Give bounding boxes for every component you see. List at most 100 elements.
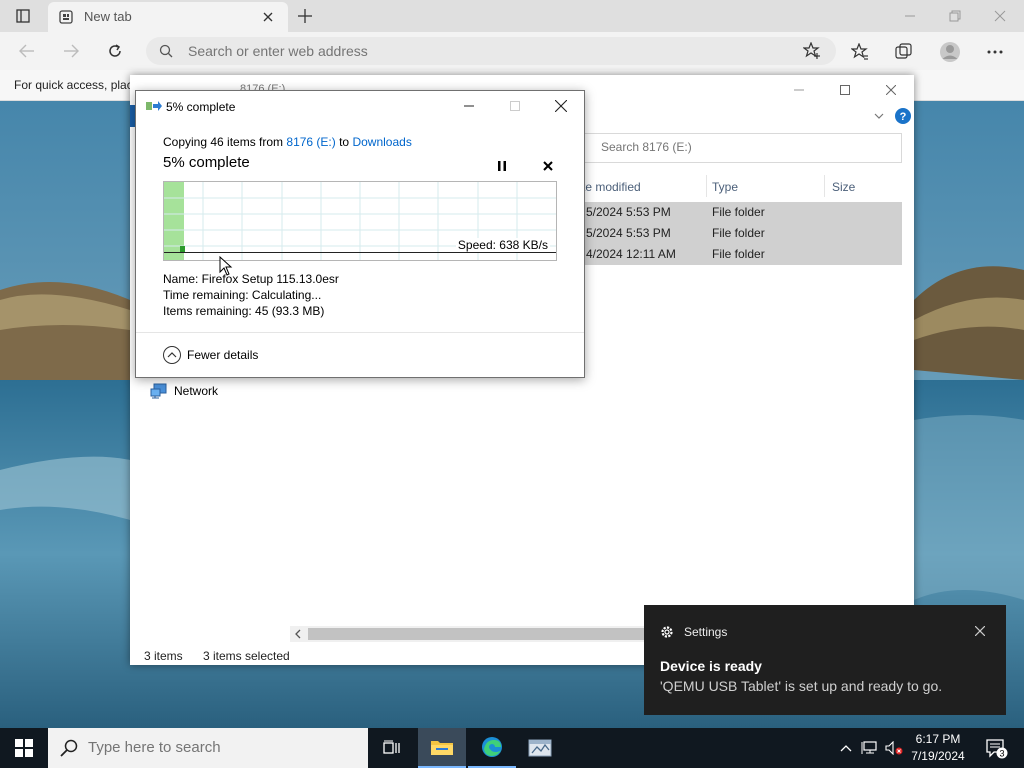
- destination-link[interactable]: Downloads: [352, 135, 411, 149]
- gear-icon: [661, 626, 673, 638]
- tab-bar: New tab: [0, 0, 1024, 32]
- minimize-icon: [464, 105, 474, 107]
- toast-app-name: Settings: [684, 625, 728, 639]
- chevron-up-icon: [163, 346, 181, 364]
- progress-percent-heading: 5% complete: [163, 154, 250, 171]
- add-favorite-icon[interactable]: [802, 41, 822, 61]
- chevron-up-icon: [840, 745, 852, 752]
- notification-icon: 3: [986, 739, 1008, 759]
- close-tab-icon[interactable]: [260, 9, 276, 25]
- edge-browser-icon: [482, 737, 502, 757]
- browser-restore-icon[interactable]: [945, 6, 965, 26]
- column-type[interactable]: Type: [712, 177, 824, 197]
- search-icon: [60, 739, 78, 757]
- dialog-divider: [136, 332, 584, 333]
- back-arrow-icon[interactable]: [16, 40, 38, 62]
- tab-actions-icon[interactable]: [12, 6, 34, 26]
- profile-avatar-icon[interactable]: [938, 40, 962, 64]
- volume-button[interactable]: [882, 728, 906, 768]
- tab-title: New tab: [84, 9, 132, 24]
- svg-text:?: ?: [900, 111, 907, 123]
- dialog-close-button[interactable]: [538, 91, 584, 121]
- taskbar-clock[interactable]: 6:17 PM 7/19/2024: [906, 731, 970, 765]
- taskbar-file-explorer[interactable]: [418, 728, 466, 768]
- new-tab-page-icon: [58, 9, 74, 25]
- show-hidden-icons-chevron[interactable]: [834, 728, 858, 768]
- address-bar[interactable]: [146, 37, 836, 65]
- nav-item-network[interactable]: Network: [150, 383, 218, 399]
- copy-progress-dialog: 5% complete Copying 46 items from 8176 (…: [135, 90, 585, 378]
- close-icon: [555, 100, 567, 112]
- task-view-icon: [383, 740, 400, 754]
- file-row[interactable]: 5/2024 5:53 PM File folder: [582, 223, 902, 244]
- transfer-speed: Speed: 638 KB/s: [455, 238, 550, 252]
- action-center-button[interactable]: 3: [976, 728, 1016, 768]
- toast-heading: Device is ready: [660, 658, 762, 674]
- minimize-icon: [794, 89, 804, 91]
- clock-time: 6:17 PM: [915, 732, 961, 746]
- expand-ribbon-chevron-icon[interactable]: [872, 107, 886, 125]
- collections-icon[interactable]: [893, 41, 915, 63]
- column-size[interactable]: Size: [832, 177, 902, 197]
- help-icon[interactable]: ?: [894, 107, 912, 125]
- taskbar-app[interactable]: [516, 728, 564, 768]
- horizontal-scrollbar[interactable]: [290, 626, 650, 642]
- pause-button[interactable]: [492, 157, 512, 175]
- dialog-minimize-button[interactable]: [446, 91, 492, 121]
- folder-icon: [431, 741, 453, 755]
- pause-icon: [498, 161, 506, 171]
- status-item-count: 3 items: [144, 649, 183, 663]
- toast-close-button[interactable]: [970, 621, 990, 641]
- browser-close-icon[interactable]: [990, 6, 1010, 26]
- volume-muted-icon: [885, 741, 903, 755]
- scrollbar-thumb[interactable]: [308, 628, 648, 640]
- explorer-minimize-button[interactable]: [776, 75, 822, 105]
- column-divider[interactable]: [824, 175, 825, 197]
- notification-count: 3: [999, 749, 1004, 759]
- tab-new-tab[interactable]: New tab: [48, 2, 288, 32]
- scroll-left-icon[interactable]: [292, 628, 304, 640]
- favorites-icon[interactable]: [849, 41, 871, 63]
- taskbar: 6:17 PM 7/19/2024 3: [0, 728, 1024, 768]
- taskbar-edge-browser[interactable]: [468, 728, 516, 768]
- column-date-modified[interactable]: te modified: [582, 177, 706, 197]
- dialog-titlebar: 5% complete: [136, 91, 584, 121]
- time-remaining-detail: Time remaining: Calculating...: [163, 288, 322, 302]
- windows-logo-icon: [15, 739, 33, 757]
- dialog-maximize-button[interactable]: [492, 91, 538, 121]
- explorer-search-box[interactable]: [584, 133, 902, 163]
- items-remaining-detail: Items remaining: 45 (93.3 MB): [163, 304, 325, 318]
- new-tab-plus-icon[interactable]: [294, 6, 316, 26]
- network-status-button[interactable]: [858, 728, 882, 768]
- address-input[interactable]: [188, 43, 748, 59]
- cancel-copy-button[interactable]: [538, 157, 558, 175]
- column-divider[interactable]: [706, 175, 707, 197]
- refresh-icon[interactable]: [104, 40, 126, 62]
- taskbar-search-box[interactable]: [48, 728, 368, 768]
- status-selected-count: 3 items selected: [203, 649, 290, 663]
- more-options-icon[interactable]: [984, 41, 1006, 63]
- clock-date: 7/19/2024: [911, 749, 965, 763]
- file-row[interactable]: 4/2024 12:11 AM File folder: [582, 244, 902, 265]
- forward-arrow-icon[interactable]: [60, 40, 82, 62]
- network-icon: [150, 383, 167, 399]
- taskbar-search-input[interactable]: [88, 739, 348, 756]
- file-name-detail: Name: Firefox Setup 115.13.0esr: [163, 272, 339, 286]
- explorer-close-button[interactable]: [868, 75, 914, 105]
- source-link[interactable]: 8176 (E:): [286, 135, 335, 149]
- task-view-button[interactable]: [368, 728, 416, 768]
- notification-toast[interactable]: Settings Device is ready 'QEMU USB Table…: [644, 605, 1006, 715]
- maximize-icon: [840, 85, 850, 95]
- close-icon: [975, 626, 985, 636]
- maximize-icon: [510, 101, 520, 111]
- graph-speed-line: [164, 252, 556, 253]
- app-window-icon: [528, 739, 552, 757]
- fewer-details-button[interactable]: Fewer details: [163, 346, 258, 364]
- dialog-title: 5% complete: [166, 100, 236, 114]
- browser-minimize-icon[interactable]: [900, 6, 920, 26]
- transfer-speed-graph: Speed: 638 KB/s: [163, 181, 557, 261]
- explorer-search-input[interactable]: [601, 140, 881, 154]
- start-button[interactable]: [0, 728, 48, 768]
- file-row[interactable]: 5/2024 5:53 PM File folder: [582, 202, 902, 223]
- explorer-maximize-button[interactable]: [822, 75, 868, 105]
